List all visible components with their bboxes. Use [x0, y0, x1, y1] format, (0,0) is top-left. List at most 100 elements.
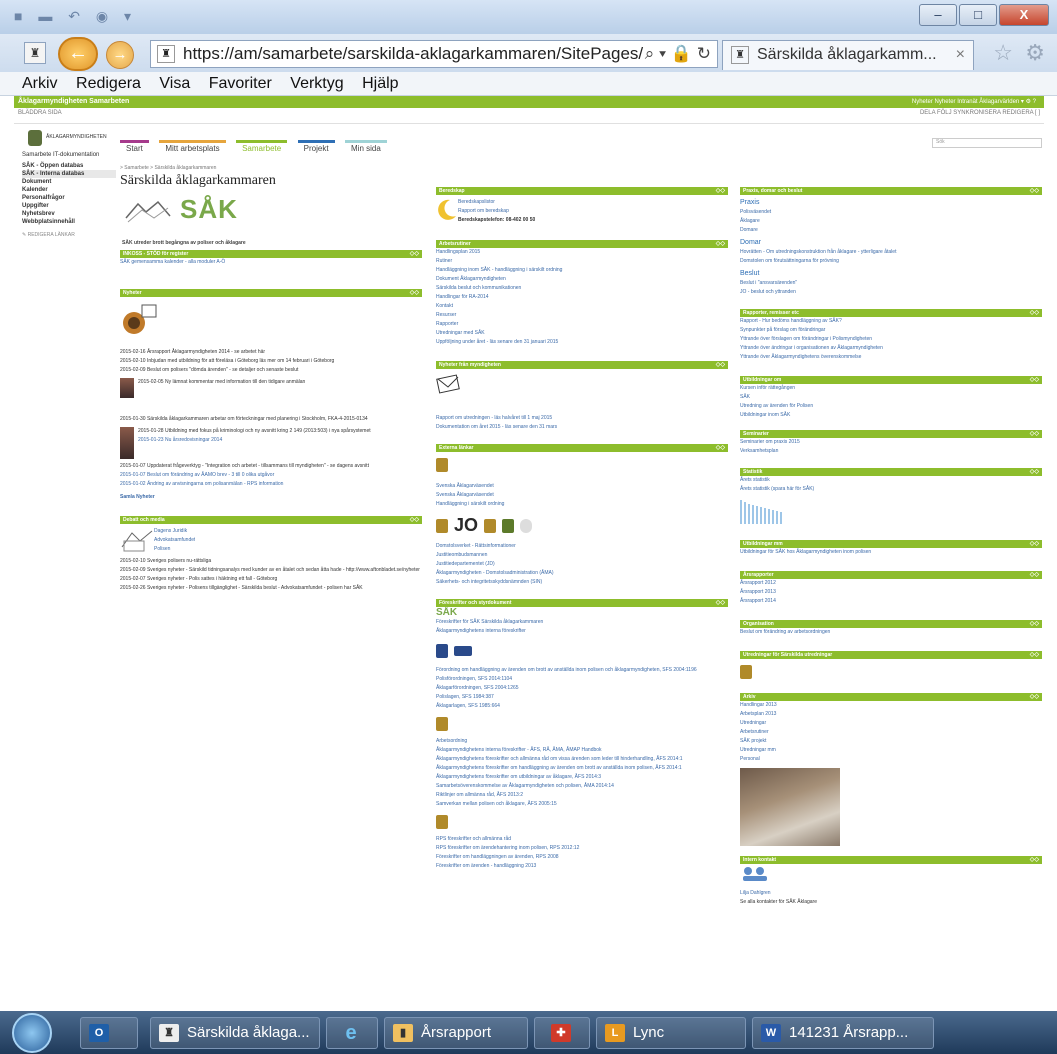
- taskbar-app[interactable]: ✚: [534, 1017, 590, 1049]
- list-item[interactable]: Handlingar 2013: [740, 701, 1042, 710]
- leftnav-heading[interactable]: Samarbete IT-dokumentation: [22, 152, 116, 158]
- media-link[interactable]: Advokatsamfundet: [154, 536, 195, 545]
- list-item[interactable]: Synpunkter på förslag om förändringar: [740, 326, 1042, 335]
- news-item[interactable]: 2015-01-02 Ändring av anvisningarna om p…: [120, 480, 422, 489]
- list-item[interactable]: Kursen inför rättegången: [740, 384, 1042, 393]
- list-item[interactable]: JO - beslut och yttranden: [740, 288, 1042, 297]
- list-item[interactable]: Seminarier om praxis 2015: [740, 438, 1042, 447]
- tab-start[interactable]: Start: [120, 140, 149, 155]
- maximize-button[interactable]: □: [959, 4, 997, 26]
- minimize-button[interactable]: –: [919, 4, 957, 26]
- webpart-icons[interactable]: ◇◇: [1030, 187, 1039, 195]
- taskbar-arsrapport[interactable]: ▮ Årsrapport: [384, 1017, 528, 1049]
- list-item[interactable]: Åklagarförordningen, SFS 2004:1265: [436, 684, 728, 693]
- beredskap-link[interactable]: Rapport om beredskap: [458, 207, 535, 216]
- webpart-icons[interactable]: ◇◇: [716, 361, 725, 369]
- list-item[interactable]: Rapporter: [436, 320, 728, 329]
- menu-verktyg[interactable]: Verktyg: [290, 72, 343, 96]
- leftnav-item[interactable]: Uppgifter: [22, 202, 116, 210]
- forward-button[interactable]: →: [106, 41, 134, 69]
- list-item[interactable]: Beslut i "ansvarsärenden": [740, 279, 1042, 288]
- more-news-link[interactable]: Samla Nyheter: [120, 493, 422, 502]
- list-item[interactable]: Säkerhets- och integritetsskyddsnämnden …: [436, 578, 728, 587]
- ribbon-actions[interactable]: DELA FÖLJ SYNKRONISERA REDIGERA [ ]: [920, 110, 1040, 116]
- ribbon-tabs[interactable]: BLÄDDRA SIDA: [18, 110, 62, 116]
- list-item[interactable]: SÅK gemensamma kalender - alla moduler A…: [120, 258, 422, 267]
- list-item[interactable]: Polislagen, SFS 1984:387: [436, 693, 728, 702]
- leftnav-item[interactable]: Personalfrågor: [22, 194, 116, 202]
- webpart-icons[interactable]: ◇◇: [1030, 651, 1039, 659]
- list-item[interactable]: Yttrande över förslagen om förändringar …: [740, 335, 1042, 344]
- list-item[interactable]: Handläggning inom SÅK - handläggning i s…: [436, 266, 728, 275]
- list-item[interactable]: Åklagarmyndighetens föreskrifter om utbi…: [436, 773, 728, 782]
- list-item[interactable]: Föreskrifter om ärenden - handläggning 2…: [436, 862, 728, 871]
- list-item[interactable]: Domare: [740, 226, 1042, 235]
- list-item[interactable]: Svenska Åklagarväsendet: [436, 482, 728, 491]
- media-item[interactable]: 2015-02-09 Sveriges nyheter - Särskild t…: [120, 566, 422, 575]
- list-item[interactable]: Rapport om utredningen - läs halvåret ti…: [436, 414, 728, 423]
- suite-links[interactable]: Nyheter Nyheter Intranät Åklagarvärlden …: [912, 96, 1036, 108]
- media-link[interactable]: Polisen: [154, 545, 195, 554]
- list-item[interactable]: Utredningar med SÅK: [436, 329, 728, 338]
- list-item[interactable]: Åklagarlagen, SFS 1985:664: [436, 702, 728, 711]
- news-item[interactable]: 2015-02-16 Årsrapport Åklagarmyndigheten…: [120, 348, 422, 357]
- favorites-star-icon[interactable]: ☆: [993, 40, 1013, 66]
- site-logo[interactable]: ÅKLAGARMYNDIGHETEN: [28, 128, 108, 148]
- webpart-icons[interactable]: ◇◇: [1030, 540, 1039, 548]
- list-item[interactable]: Dokumentation om året 2015 - läs senare …: [436, 423, 728, 432]
- leftnav-item[interactable]: Webbplatsinnehåll: [22, 218, 116, 226]
- list-item[interactable]: Justitieombudsmannen: [436, 551, 728, 560]
- media-item[interactable]: 2015-02-07 Sveriges nyheter - Polis satt…: [120, 575, 422, 584]
- list-item[interactable]: Rutiner: [436, 257, 728, 266]
- list-item[interactable]: Årets statistik (spara här för SÅK): [740, 485, 1042, 494]
- taskbar-outlook[interactable]: O: [80, 1017, 138, 1049]
- webpart-icons[interactable]: ◇◇: [1030, 376, 1039, 384]
- edit-links-button[interactable]: ✎ REDIGERA LÄNKAR: [22, 232, 116, 238]
- webpart-icons[interactable]: ◇◇: [1030, 856, 1039, 864]
- list-item[interactable]: Åklagarmyndighetens föreskrifter om hand…: [436, 764, 728, 773]
- list-item[interactable]: Årsrapport 2014: [740, 597, 1042, 606]
- list-item[interactable]: Åklagarmyndighetens interna föreskrifter: [436, 627, 728, 636]
- news-item[interactable]: 2015-01-30 Särskilda åklagarkammaren arb…: [120, 415, 422, 424]
- news-item[interactable]: 2015-02-05 Ny lämnat kommentar med infor…: [138, 378, 422, 398]
- site-search-input[interactable]: Sök: [932, 138, 1042, 148]
- list-item[interactable]: RPS föreskrifter om ärendehantering inom…: [436, 844, 728, 853]
- webpart-icons[interactable]: ◇◇: [1030, 693, 1039, 701]
- webpart-icons[interactable]: ◇◇: [1030, 468, 1039, 476]
- list-item[interactable]: Se alla kontakter för SÅK Åklagare: [740, 898, 1042, 907]
- leftnav-item[interactable]: SÅK - Interna databas: [22, 170, 116, 178]
- webpart-icons[interactable]: ◇◇: [410, 516, 419, 524]
- news-item[interactable]: 2015-02-10 Inbjudan med utbildning för a…: [120, 357, 422, 366]
- webpart-icons[interactable]: ◇◇: [716, 240, 725, 248]
- list-item[interactable]: Särskilda beslut och kommunikationen: [436, 284, 728, 293]
- list-item[interactable]: Arbetsplan 2013: [740, 710, 1042, 719]
- media-item[interactable]: 2015-02-10 Sveriges polisers nu-rättslig…: [120, 557, 422, 566]
- webpart-icons[interactable]: ◇◇: [716, 444, 725, 452]
- webpart-icons[interactable]: ◇◇: [716, 599, 725, 607]
- list-item[interactable]: Årsrapport 2013: [740, 588, 1042, 597]
- back-button[interactable]: ←: [58, 37, 98, 71]
- list-item[interactable]: Åklagare: [740, 217, 1042, 226]
- leftnav-item[interactable]: SÅK - Öppen databas: [22, 162, 116, 170]
- list-item[interactable]: Uppföljning under året - läs senare den …: [436, 338, 728, 347]
- suite-title[interactable]: Åklagarmyndigheten Samarbeten: [18, 96, 129, 108]
- menu-redigera[interactable]: Redigera: [76, 72, 141, 96]
- beredskap-link[interactable]: Beredskapslistor: [458, 198, 535, 207]
- tab-samarbete[interactable]: Samarbete: [236, 140, 288, 155]
- list-item[interactable]: Beslut om förändring av arbetsordningen: [740, 628, 1042, 637]
- leftnav-item[interactable]: Dokument: [22, 178, 116, 186]
- list-item[interactable]: Samverkan mellan polisen och åklagare, Å…: [436, 800, 728, 809]
- taskbar-lync[interactable]: L Lync: [596, 1017, 746, 1049]
- address-bar[interactable]: ♜ https://am/samarbete/sarskilda-aklagar…: [150, 40, 718, 68]
- close-window-button[interactable]: X: [999, 4, 1049, 26]
- list-item[interactable]: Domstolsverket - Rättsinformationer: [436, 542, 728, 551]
- list-item[interactable]: Samarbetsöverenskommelse av Åklagarmyndi…: [436, 782, 728, 791]
- list-item[interactable]: Verksamhetsplan: [740, 447, 1042, 456]
- list-item[interactable]: Årets statistik: [740, 476, 1042, 485]
- news-item[interactable]: 2015-01-07 Beslut om förändring av ÅAMO …: [120, 471, 422, 480]
- list-item[interactable]: Yttrande över ändringar i organisationen…: [740, 344, 1042, 353]
- jo-logo[interactable]: JO: [454, 515, 478, 536]
- webpart-icons[interactable]: ◇◇: [1030, 309, 1039, 317]
- menu-visa[interactable]: Visa: [159, 72, 190, 96]
- menu-hjalp[interactable]: Hjälp: [362, 72, 398, 96]
